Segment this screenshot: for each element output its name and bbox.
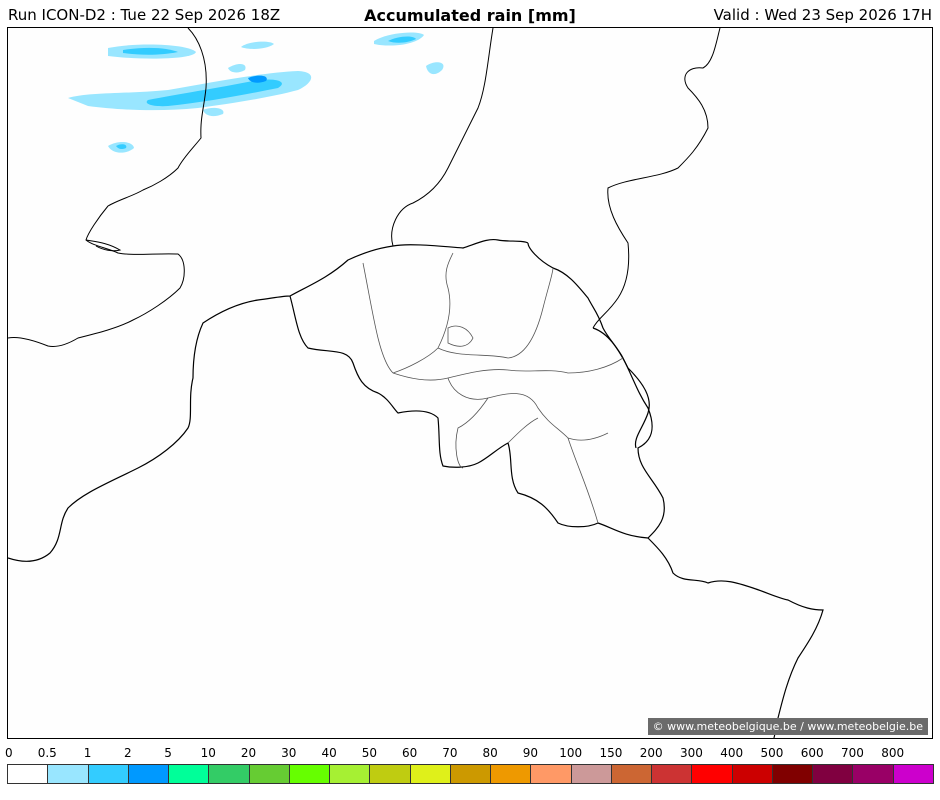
rain-map[interactable]: © www.meteobelgique.be / www.meteobelgie… (7, 27, 933, 739)
rain-patch (68, 71, 312, 111)
legend-swatch (490, 764, 532, 784)
belgium-border (289, 242, 665, 539)
legend-label: 150 (599, 746, 623, 760)
province-line (392, 252, 454, 374)
legend-swatch (7, 764, 49, 784)
rain-patch (228, 64, 246, 73)
legend-label: 20 (240, 746, 257, 760)
germany-border (592, 327, 650, 449)
legend-label: 800 (881, 746, 905, 760)
legend-swatch (771, 764, 814, 784)
legend-label: 40 (321, 746, 337, 760)
legend-swatch (570, 764, 612, 784)
map-canvas (8, 28, 824, 738)
legend-label: 400 (720, 746, 744, 760)
legend-label: 80 (482, 746, 498, 760)
province-line (447, 325, 474, 347)
legend-label: 5 (164, 746, 172, 760)
province-line (455, 397, 489, 469)
legend-label: 0.5 (37, 746, 57, 760)
legend-label: 600 (800, 746, 824, 760)
legend-swatch (369, 764, 411, 784)
legend-swatch (409, 764, 451, 784)
legend-label: 200 (639, 746, 663, 760)
legend-swatch (208, 764, 250, 784)
legend-label: 10 (200, 746, 216, 760)
legend-swatch (329, 764, 371, 784)
thames-estuary (85, 239, 122, 252)
legend-label: 0 (5, 746, 13, 760)
netherlands-inland (592, 28, 721, 329)
province-line (392, 357, 624, 381)
legend-label: 1 (83, 746, 92, 760)
province-line (507, 417, 539, 444)
legend-swatch (248, 764, 290, 784)
province-line (567, 437, 599, 524)
legend-swatch (87, 764, 129, 784)
rain-patch (426, 62, 444, 75)
legend-swatch (288, 764, 331, 784)
province-line (362, 262, 394, 374)
legend-swatch (691, 764, 733, 784)
legend-swatch (852, 764, 894, 784)
lux-france-border (647, 537, 824, 738)
legend-swatch (47, 764, 89, 784)
legend-swatch (651, 764, 693, 784)
color-legend: 0 0.5 1 2 5 10 20 30 40 50 60 70 80 90 100 150 200 300 400… (5, 746, 934, 792)
legend-label: 2 (123, 746, 132, 760)
legend-swatch (530, 764, 572, 784)
continental-coast (8, 238, 529, 562)
province-line (447, 377, 609, 441)
legend-swatch (449, 764, 492, 784)
england-coast (8, 28, 207, 347)
netherlands-coast (391, 28, 494, 247)
legend-label: 50 (361, 746, 377, 760)
rain-patch (203, 107, 224, 117)
rain-patch (241, 41, 274, 49)
legend-swatch (892, 764, 934, 784)
legend-swatch (731, 764, 773, 784)
province-line (437, 267, 554, 359)
legend-label: 90 (522, 746, 539, 760)
legend-swatch (127, 764, 170, 784)
credit-label[interactable]: © www.meteobelgique.be / www.meteobelgie… (647, 718, 928, 735)
legend-label: 100 (559, 746, 583, 760)
rain-areas (68, 32, 444, 153)
legend-label: 60 (401, 746, 418, 760)
legend-swatch (812, 764, 854, 784)
valid-label: Valid : Wed 23 Sep 2026 17H (713, 6, 932, 24)
legend-label: 300 (679, 746, 703, 760)
legend-label: 500 (760, 746, 784, 760)
legend-label: 700 (841, 746, 864, 760)
legend-label: 70 (442, 746, 458, 760)
legend-swatch (610, 764, 653, 784)
legend-swatch (168, 764, 210, 784)
legend-label: 30 (281, 746, 297, 760)
